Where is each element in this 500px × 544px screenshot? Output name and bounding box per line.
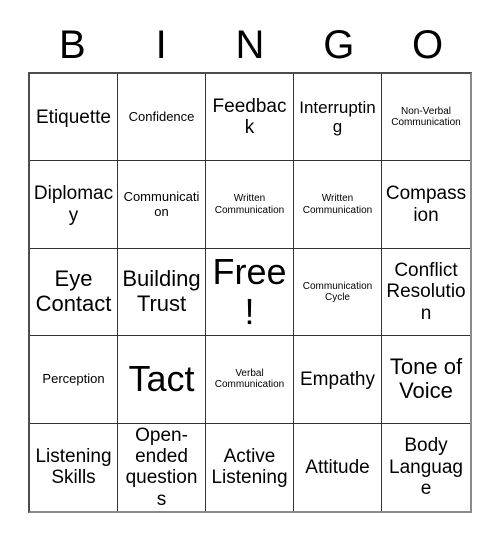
bingo-cell[interactable]: Eye Contact: [30, 248, 118, 337]
bingo-cell-label: Free!: [212, 250, 287, 332]
bingo-cell[interactable]: Compassion: [382, 161, 470, 249]
header-letter-n: N: [235, 23, 265, 67]
bingo-grid: Etiquette Confidence Feedback Interrupting N…: [28, 72, 472, 513]
bingo-cell-label: Body Language: [389, 435, 463, 499]
bingo-cell[interactable]: Written Communication: [206, 161, 294, 249]
bingo-cell-label: Active Listening: [211, 446, 288, 489]
bingo-cell[interactable]: Non-Verbal Communication: [382, 74, 470, 162]
bingo-cell-label: Etiquette: [36, 106, 111, 128]
bingo-cell[interactable]: Tact: [118, 336, 206, 424]
bingo-cell-free[interactable]: Free!: [206, 248, 294, 337]
bingo-cell[interactable]: Conflict Resolution: [382, 248, 470, 337]
bingo-cell[interactable]: Listening Skills: [30, 423, 118, 511]
bingo-cell-label: Interrupting: [299, 98, 376, 137]
bingo-cell[interactable]: Verbal Communication: [206, 336, 294, 424]
bingo-cell-label: Perception: [42, 371, 105, 387]
bingo-cell[interactable]: Feedback: [206, 74, 294, 162]
bingo-cell-label: Non-Verbal Communication: [391, 106, 461, 129]
bingo-cell-label: Eye Contact: [35, 266, 112, 316]
bingo-cell-label: Verbal Communication: [214, 368, 285, 391]
bingo-cell-label: Communication: [123, 189, 200, 219]
bingo-cell[interactable]: Interrupting: [294, 74, 382, 162]
bingo-cell[interactable]: Body Language: [382, 423, 470, 511]
bingo-cell-label: Building Trust: [122, 266, 201, 316]
bingo-header: B I N G O: [28, 18, 472, 72]
bingo-cell-label: Conflict Resolution: [386, 260, 466, 324]
bingo-cell-label: Confidence: [128, 108, 195, 124]
bingo-cell[interactable]: Confidence: [118, 74, 206, 162]
header-letter-o: O: [412, 23, 444, 67]
bingo-cell-label: Compassion: [385, 183, 467, 226]
bingo-cell[interactable]: Empathy: [294, 336, 382, 424]
bingo-cell[interactable]: Perception: [30, 336, 118, 424]
bingo-cell[interactable]: Diplomacy: [30, 161, 118, 249]
bingo-cell[interactable]: Attitude: [294, 423, 382, 511]
bingo-cell[interactable]: Communication: [118, 161, 206, 249]
bingo-cell-label: Open-ended questions: [125, 424, 198, 510]
bingo-cell-label: Listening Skills: [35, 446, 112, 489]
header-letter-i: I: [155, 23, 167, 67]
bingo-cell-label: Feedback: [212, 95, 287, 139]
header-letter-g: G: [323, 23, 355, 67]
bingo-cell[interactable]: Written Communication: [294, 161, 382, 249]
header-letter-b: B: [59, 23, 86, 67]
bingo-cell-label: Empathy: [300, 368, 375, 390]
bingo-cell-label: Written Communication: [302, 193, 373, 216]
bingo-card: B I N G O Etiquette Confidence Feedback Int…: [0, 0, 500, 544]
bingo-cell-label: Attitude: [305, 456, 370, 478]
bingo-cell[interactable]: Active Listening: [206, 423, 294, 511]
bingo-cell-label: Tone of Voice: [389, 353, 463, 404]
bingo-cell-label: Diplomacy: [33, 183, 114, 226]
bingo-cell-label: Written Communication: [214, 193, 285, 216]
bingo-cell[interactable]: Etiquette: [30, 74, 118, 162]
bingo-cell-label: Tact: [128, 358, 195, 400]
bingo-cell-label: Communication Cycle: [302, 280, 373, 303]
bingo-cell[interactable]: Building Trust: [118, 248, 206, 337]
bingo-cell[interactable]: Tone of Voice: [382, 336, 470, 424]
bingo-cell[interactable]: Communication Cycle: [294, 248, 382, 337]
bingo-cell[interactable]: Open-ended questions: [118, 423, 206, 511]
